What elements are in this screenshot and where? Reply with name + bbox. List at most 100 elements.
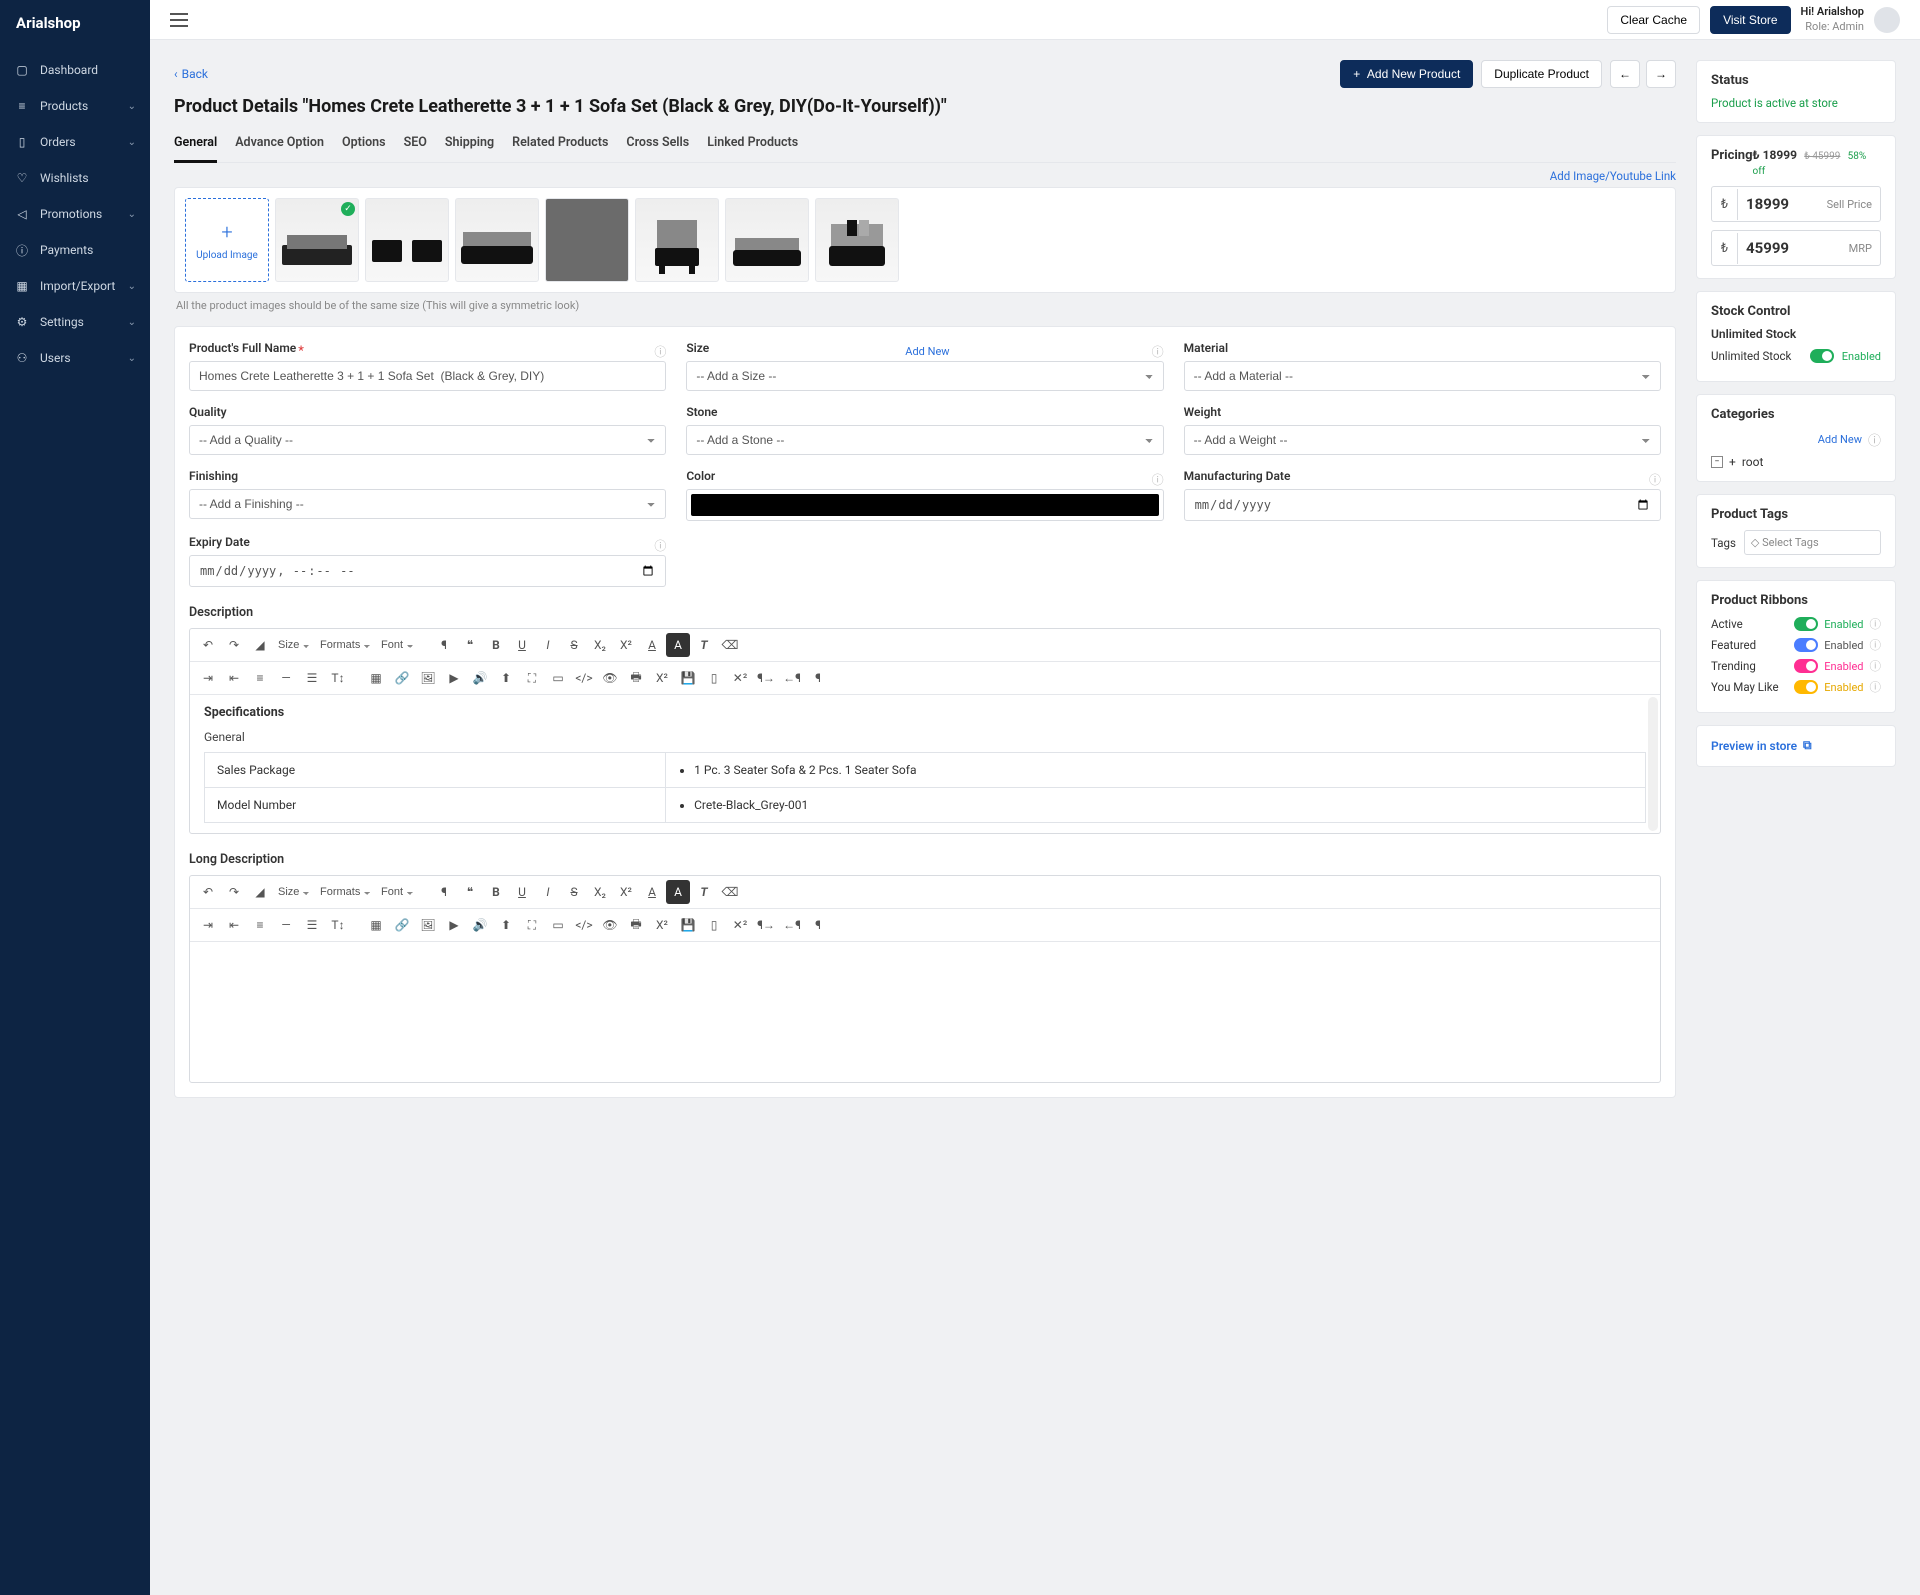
sidebar-item-promotions[interactable]: ◁Promotions⌄	[0, 196, 150, 232]
sidebar-item-products[interactable]: ≡Products⌄	[0, 88, 150, 124]
math-icon[interactable]: X²	[650, 666, 674, 690]
quality-select[interactable]: -- Add a Quality --	[189, 425, 666, 455]
print-icon[interactable]: 🖶	[624, 666, 648, 690]
menu-toggle[interactable]	[170, 13, 188, 27]
longdesc-body[interactable]	[190, 942, 1660, 1082]
showblocks-icon[interactable]: ▭	[546, 666, 570, 690]
showblocks-icon[interactable]: ▭	[546, 913, 570, 937]
video-icon[interactable]: ▶	[442, 666, 466, 690]
upload-icon[interactable]: ⬆	[494, 666, 518, 690]
template-icon[interactable]: ▯	[702, 913, 726, 937]
fontcolor-icon[interactable]: A	[640, 633, 664, 657]
minus-icon[interactable]: −	[1711, 456, 1723, 468]
duplicate-product-button[interactable]: Duplicate Product	[1481, 60, 1602, 88]
superscript-icon[interactable]: X²	[614, 633, 638, 657]
redo-icon[interactable]: ↷	[222, 880, 246, 904]
align-icon[interactable]: ≡	[248, 913, 272, 937]
hr-icon[interactable]: —	[274, 913, 298, 937]
description-body[interactable]: Specifications General Sales Package1 Pc…	[190, 695, 1660, 833]
template-icon[interactable]: ▯	[702, 666, 726, 690]
strike-icon[interactable]: S	[562, 880, 586, 904]
clear-format-icon[interactable]: ⌫	[718, 633, 742, 657]
stone-select[interactable]: -- Add a Stone --	[686, 425, 1163, 455]
sidebar-item-import-export[interactable]: ▦Import/Export⌄	[0, 268, 150, 304]
sidebar-item-settings[interactable]: ⚙Settings⌄	[0, 304, 150, 340]
sidebar-item-dashboard[interactable]: ▢Dashboard	[0, 52, 150, 88]
save-icon[interactable]: 💾	[676, 666, 700, 690]
rtl-icon[interactable]: ←¶	[780, 913, 804, 937]
bold-icon[interactable]: B	[484, 880, 508, 904]
preview-icon[interactable]: 👁	[598, 666, 622, 690]
product-image-6[interactable]	[725, 198, 809, 282]
product-image-4[interactable]	[545, 198, 629, 282]
ltr-icon[interactable]: ¶→	[754, 913, 778, 937]
tab-seo[interactable]: SEO	[404, 127, 427, 162]
outdent-icon[interactable]: ⇤	[222, 913, 246, 937]
ribbon-featured-toggle[interactable]	[1794, 638, 1818, 652]
image-icon[interactable]: 🖼	[416, 913, 440, 937]
font-select[interactable]: Font	[377, 637, 418, 653]
quote-icon[interactable]: ❝	[458, 880, 482, 904]
superscript-icon[interactable]: X²	[614, 880, 638, 904]
material-select[interactable]: -- Add a Material --	[1184, 361, 1661, 391]
font-select[interactable]: Font	[377, 884, 418, 900]
underline-icon[interactable]: U	[510, 880, 534, 904]
product-image-7[interactable]	[815, 198, 899, 282]
tab-shipping[interactable]: Shipping	[445, 127, 494, 162]
back-link[interactable]: ‹Back	[174, 67, 208, 81]
tab-linked-products[interactable]: Linked Products	[707, 127, 798, 162]
lineheight-icon[interactable]: T↕	[326, 913, 350, 937]
fullscreen-icon[interactable]: ⛶	[520, 913, 544, 937]
eraser-icon[interactable]: ◢	[248, 880, 272, 904]
codeview-icon[interactable]: </>	[572, 666, 596, 690]
audio-icon[interactable]: 🔊	[468, 913, 492, 937]
prev-button[interactable]: ←	[1610, 60, 1640, 88]
table-icon[interactable]: ▦	[364, 666, 388, 690]
ribbon-youmaylike-toggle[interactable]	[1794, 680, 1818, 694]
plus-icon[interactable]: +	[1729, 455, 1736, 469]
sidebar-item-payments[interactable]: ⓘPayments	[0, 232, 150, 268]
product-image-1[interactable]: ✓	[275, 198, 359, 282]
weight-select[interactable]: -- Add a Weight --	[1184, 425, 1661, 455]
tags-select[interactable]: ◇ Select Tags	[1744, 530, 1881, 555]
fullscreen-icon[interactable]: ⛶	[520, 666, 544, 690]
italic-icon[interactable]: I	[536, 633, 560, 657]
fontsize-select[interactable]: Size	[274, 884, 314, 900]
product-image-5[interactable]	[635, 198, 719, 282]
eraser-icon[interactable]: ◢	[248, 633, 272, 657]
list-icon[interactable]: ☰	[300, 913, 324, 937]
scrollbar[interactable]	[1648, 697, 1658, 831]
outdent-icon[interactable]: ⇤	[222, 666, 246, 690]
upload-icon[interactable]: ⬆	[494, 913, 518, 937]
size-addnew-link[interactable]: Add New	[905, 345, 949, 358]
visit-store-button[interactable]: Visit Store	[1710, 6, 1790, 34]
teletype-icon[interactable]: T	[692, 633, 716, 657]
bgcolor-icon[interactable]: A	[666, 633, 690, 657]
tab-options[interactable]: Options	[342, 127, 386, 162]
audio-icon[interactable]: 🔊	[468, 666, 492, 690]
clear-format-icon[interactable]: ⌫	[718, 880, 742, 904]
print-icon[interactable]: 🖶	[624, 913, 648, 937]
save-icon[interactable]: 💾	[676, 913, 700, 937]
ribbon-trending-toggle[interactable]	[1794, 659, 1818, 673]
ribbon-active-toggle[interactable]	[1794, 617, 1818, 631]
teletype-icon[interactable]: T	[692, 880, 716, 904]
product-image-2[interactable]	[365, 198, 449, 282]
product-image-3[interactable]	[455, 198, 539, 282]
add-new-product-button[interactable]: + Add New Product	[1340, 60, 1473, 88]
tab-general[interactable]: General	[174, 127, 217, 163]
bold-icon[interactable]: B	[484, 633, 508, 657]
formats-select[interactable]: Formats	[316, 884, 375, 900]
add-image-link[interactable]: Add Image/Youtube Link	[1550, 169, 1676, 183]
next-button[interactable]: →	[1646, 60, 1676, 88]
bgcolor-icon[interactable]: A	[666, 880, 690, 904]
tab-cross-sells[interactable]: Cross Sells	[626, 127, 689, 162]
lineheight-icon[interactable]: T↕	[326, 666, 350, 690]
mrp-input[interactable]: ₺ 45999 MRP	[1711, 230, 1881, 266]
remove-icon[interactable]: ✕²	[728, 913, 752, 937]
upload-image-button[interactable]: + Upload Image	[185, 198, 269, 282]
ltr-icon[interactable]: ¶→	[754, 666, 778, 690]
unlimited-stock-toggle[interactable]	[1810, 349, 1834, 363]
subscript-icon[interactable]: X₂	[588, 633, 612, 657]
indent-icon[interactable]: ⇥	[196, 666, 220, 690]
